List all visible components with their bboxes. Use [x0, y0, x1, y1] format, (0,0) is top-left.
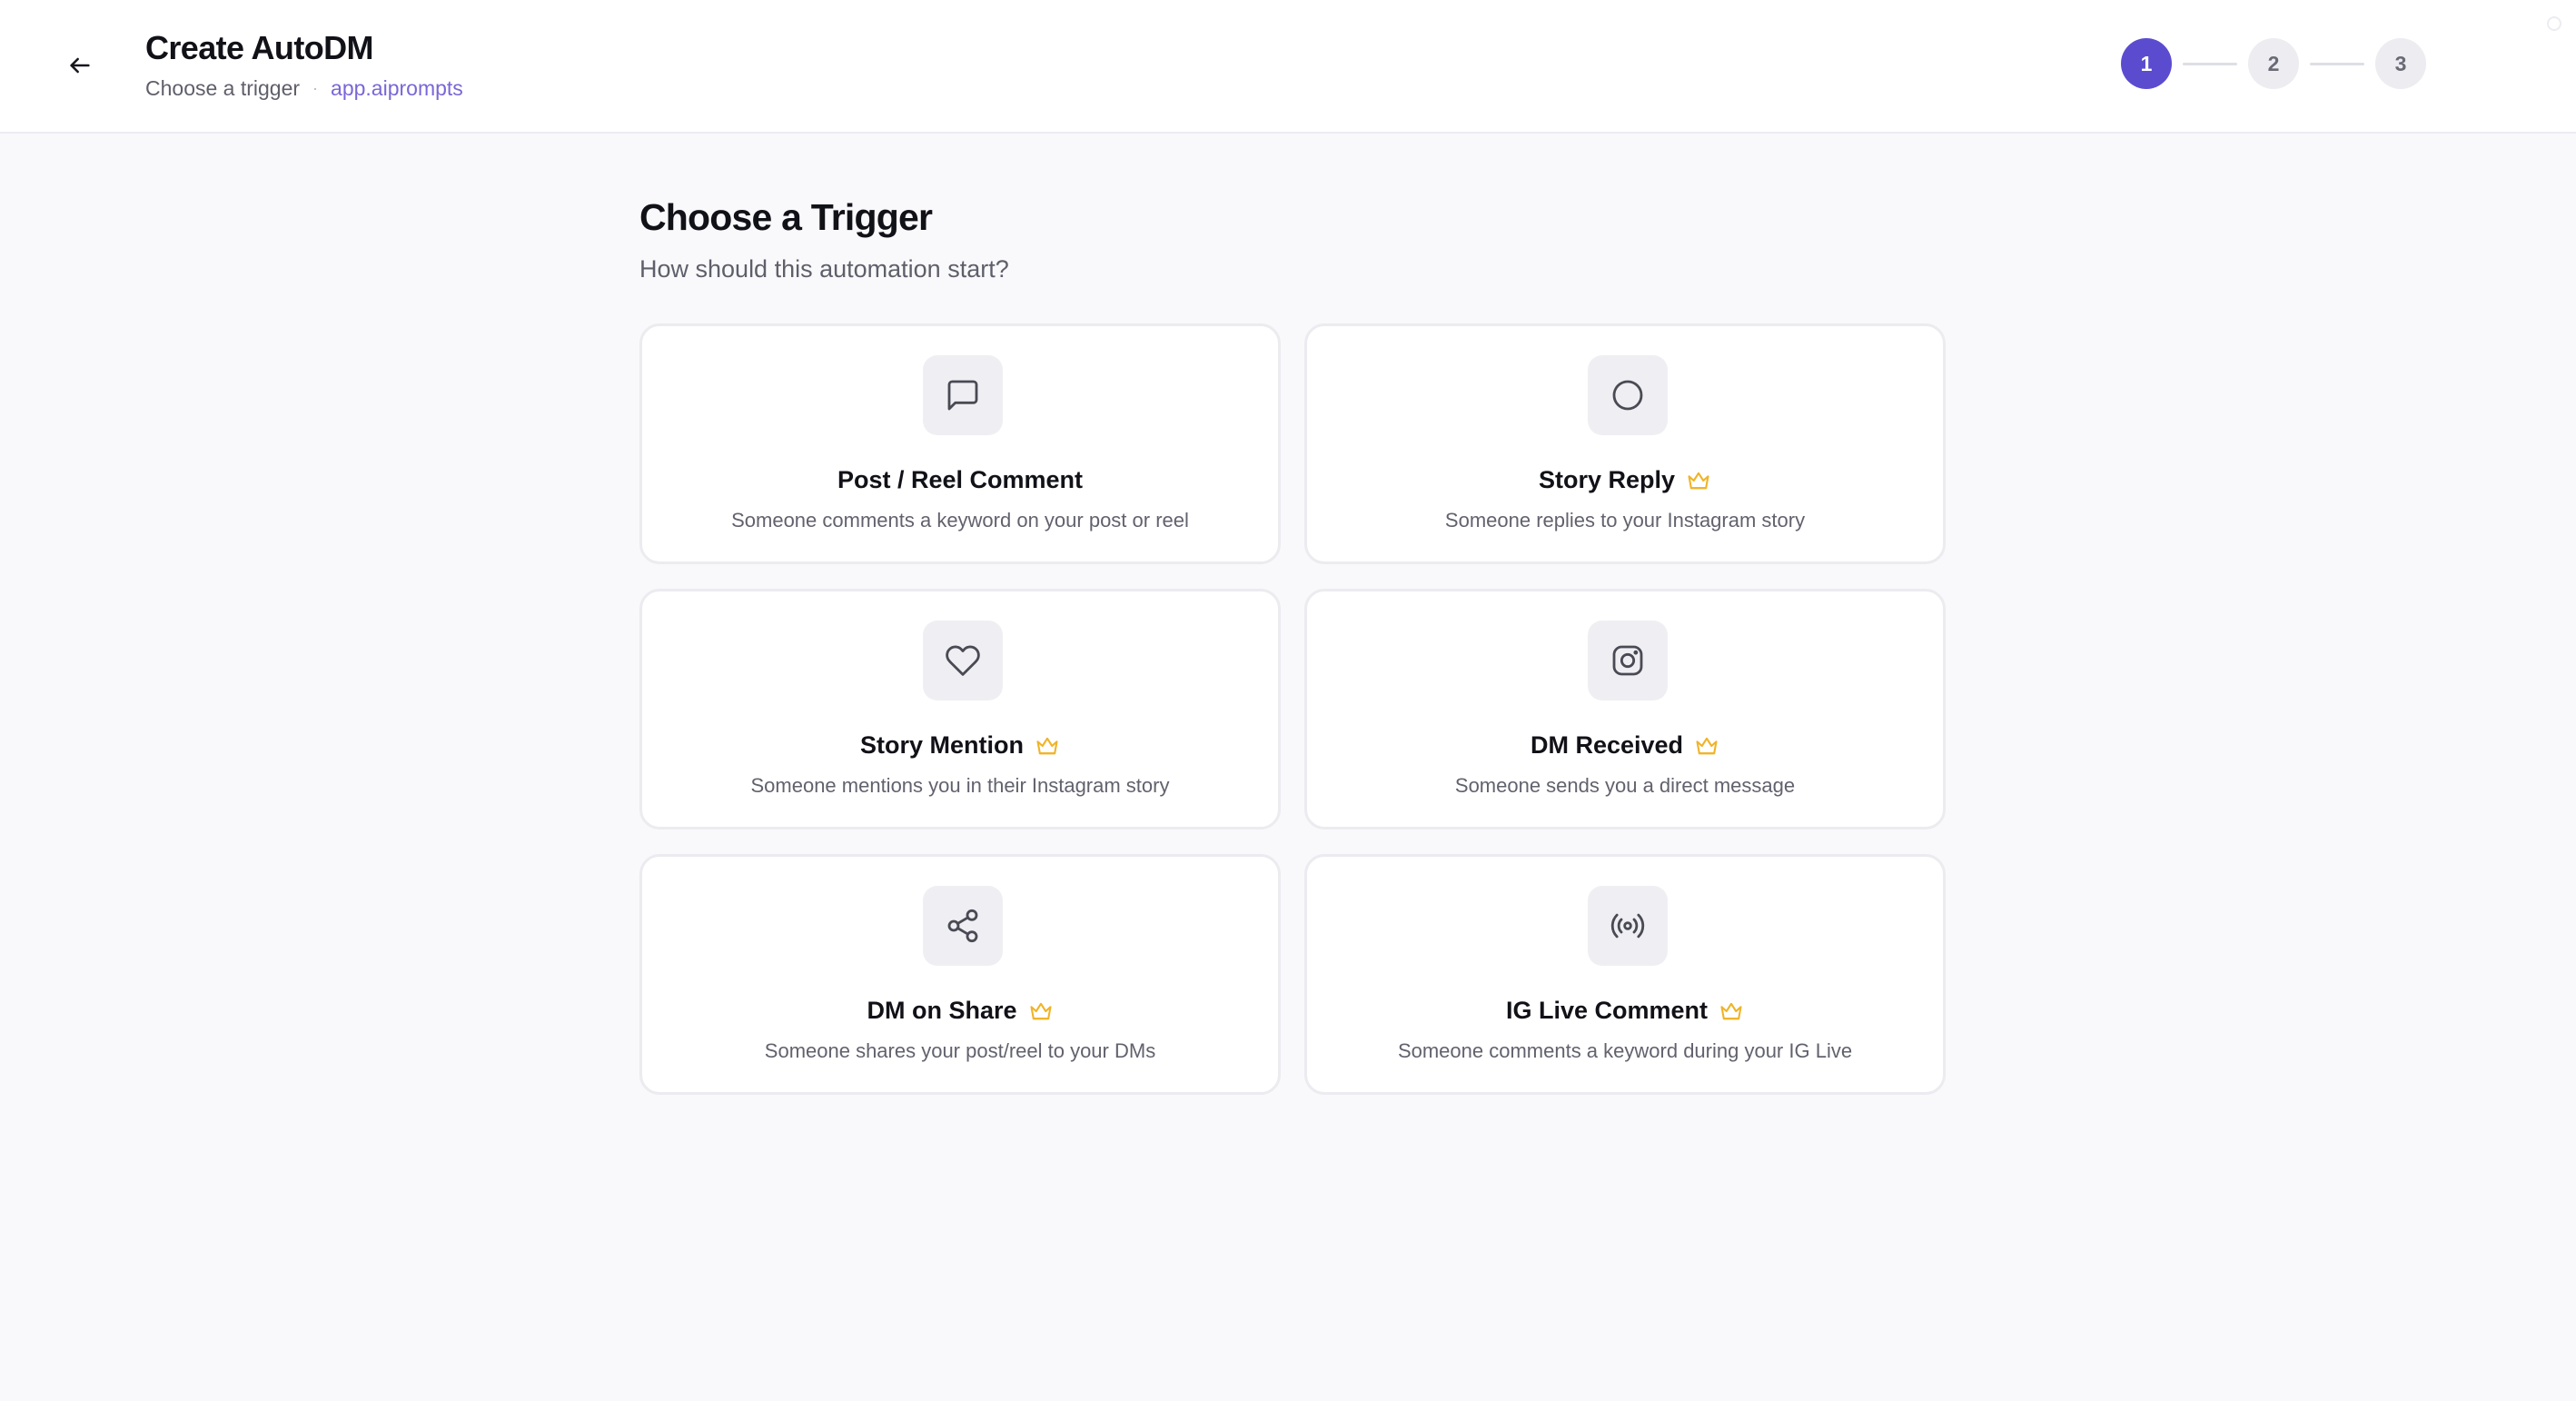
header-title: Create AutoDM — [145, 29, 373, 66]
back-button[interactable] — [60, 45, 100, 85]
share-icon — [947, 909, 978, 943]
crown-icon — [1719, 1000, 1744, 1022]
trigger-card-story-mention[interactable]: Story Mention Someone mentions you in th… — [639, 589, 1281, 830]
trigger-title: Post / Reel Comment — [837, 466, 1084, 493]
trigger-card-dm-received[interactable]: DM Received Someone sends you a direct m… — [1304, 589, 1946, 830]
crown-icon — [1028, 1000, 1054, 1022]
heart-icon — [946, 645, 980, 676]
trigger-title-row: Story Reply — [1307, 466, 1943, 494]
progress-stepper: 1 2 3 — [2121, 38, 2426, 89]
icon-container — [923, 355, 1003, 435]
trigger-description: Someone comments a keyword during your I… — [1397, 1039, 1853, 1062]
message-square-icon — [947, 380, 978, 411]
step-2: 2 — [2248, 38, 2299, 89]
page-subtitle: How should this automation start? — [639, 255, 1009, 283]
trigger-card-post-reel-comment[interactable]: Post / Reel Comment Someone comments a k… — [639, 323, 1281, 564]
trigger-title: IG Live Comment — [1505, 997, 1709, 1024]
trigger-description: Someone comments a keyword on your post … — [731, 509, 1189, 532]
icon-container — [1588, 355, 1668, 435]
icon-container — [1588, 886, 1668, 966]
crown-icon — [1686, 470, 1711, 492]
step-3: 3 — [2375, 38, 2426, 89]
trigger-card-story-reply[interactable]: Story Reply Someone replies to your Inst… — [1304, 323, 1946, 564]
account-name[interactable]: app.aiprompts — [331, 76, 463, 101]
main-content: Choose a Trigger How should this automat… — [639, 196, 1947, 1095]
trigger-title-row: DM on Share — [642, 997, 1278, 1025]
circle-icon — [1612, 380, 1643, 411]
page-title: Choose a Trigger — [639, 196, 933, 238]
trigger-description: Someone mentions you in their Instagram … — [750, 774, 1170, 797]
trigger-title: Story Reply — [1538, 466, 1676, 493]
header-subtitle-row: Choose a trigger · app.aiprompts — [145, 76, 463, 101]
radio-icon — [1610, 913, 1645, 939]
separator-dot: · — [312, 79, 319, 97]
crown-icon — [1035, 735, 1060, 757]
step-1: 1 — [2121, 38, 2172, 89]
icon-container — [923, 886, 1003, 966]
arrow-left-icon — [70, 57, 90, 74]
step-connector — [2310, 62, 2364, 65]
trigger-title-row: IG Live Comment — [1307, 997, 1943, 1025]
icon-container — [1588, 621, 1668, 700]
corner-indicator — [2547, 16, 2561, 31]
trigger-title: DM on Share — [867, 997, 1017, 1024]
trigger-title-row: DM Received — [1307, 731, 1943, 760]
trigger-title-row: Story Mention — [642, 731, 1278, 760]
step-connector — [2183, 62, 2237, 65]
trigger-card-ig-live-comment[interactable]: IG Live Comment Someone comments a keywo… — [1304, 854, 1946, 1095]
top-header: Create AutoDM Choose a trigger · app.aip… — [0, 0, 2576, 134]
trigger-description: Someone replies to your Instagram story — [1444, 509, 1806, 532]
icon-container — [923, 621, 1003, 700]
trigger-description: Someone shares your post/reel to your DM… — [764, 1039, 1156, 1062]
instagram-icon — [1612, 645, 1643, 676]
trigger-title: DM Received — [1530, 731, 1684, 759]
trigger-title-row: Post / Reel Comment — [642, 466, 1278, 494]
trigger-card-dm-on-share[interactable]: DM on Share Someone shares your post/ree… — [639, 854, 1281, 1095]
trigger-description: Someone sends you a direct message — [1454, 774, 1796, 797]
trigger-grid: Post / Reel Comment Someone comments a k… — [639, 323, 1946, 1095]
header-subtitle: Choose a trigger — [145, 76, 301, 100]
crown-icon — [1694, 735, 1719, 757]
trigger-title: Story Mention — [860, 731, 1024, 759]
